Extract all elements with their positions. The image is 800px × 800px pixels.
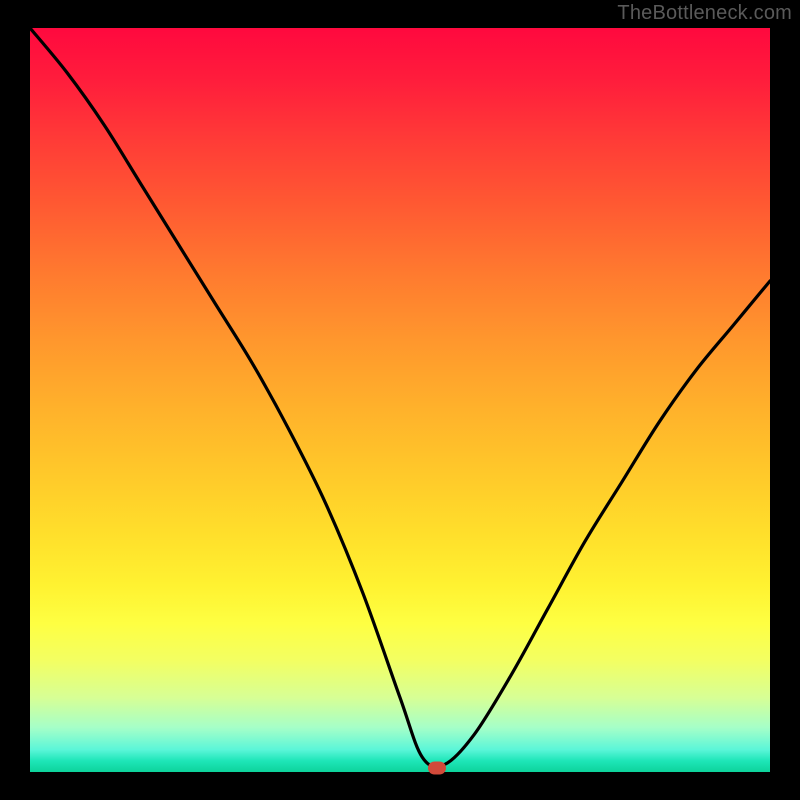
bottleneck-curve [30, 28, 770, 772]
plot-area [30, 28, 770, 772]
chart-frame: TheBottleneck.com [0, 0, 800, 800]
optimum-marker [428, 762, 446, 775]
curve-path [30, 28, 770, 767]
watermark-label: TheBottleneck.com [617, 2, 792, 25]
